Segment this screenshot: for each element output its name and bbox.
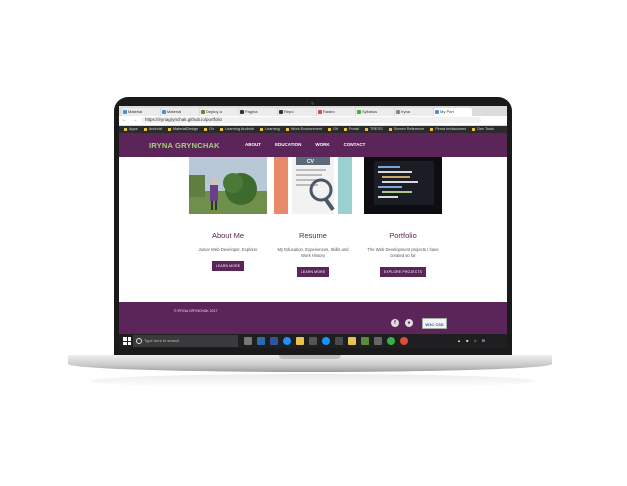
url-input[interactable]: https://irynagrynchak.github.io/portfoli… [141, 117, 481, 123]
back-forward-icons[interactable]: ← → [122, 117, 139, 123]
bookmark-item[interactable]: Ox [204, 126, 214, 133]
taskbar-search-input[interactable]: Type here to search [133, 335, 238, 347]
ie-icon[interactable] [322, 337, 330, 345]
resume-illustration: CV [274, 157, 352, 214]
bookmark-item[interactable]: Android [144, 126, 162, 133]
search-icon [136, 338, 142, 344]
bookmark-item[interactable]: MaterialDesign [168, 126, 198, 133]
bookmark-item[interactable]: Firma Invitaciones [430, 126, 466, 133]
browser-tab[interactable]: Iryna [395, 108, 433, 116]
browser-tab[interactable]: Material [122, 108, 160, 116]
tab-favicon-icon [435, 110, 439, 114]
browser-tab[interactable]: Deploy a [200, 108, 238, 116]
windows-taskbar: Type here to search ▲ ■ ♫ ✉ [119, 334, 507, 348]
bookmark-item[interactable]: Screen Reference [389, 126, 425, 133]
cv-badge: CV [307, 159, 315, 165]
card-title: About Me [211, 231, 245, 240]
site-nav: ABOUT EDUCATION WORK CONTACT [245, 142, 379, 147]
outlook-icon[interactable] [257, 337, 265, 345]
bookmark-item[interactable]: Git [328, 126, 338, 133]
bookmark-item[interactable]: Learning [260, 126, 280, 133]
browser-tab-bar: Material Material Deploy a Pagina Repo R… [119, 106, 507, 116]
browser-tab[interactable]: Rastro [317, 108, 355, 116]
bookmark-item[interactable]: Apps [124, 126, 138, 133]
browser-tab-active[interactable]: My Port [434, 108, 472, 116]
bookmark-item[interactable]: Portal [344, 126, 359, 133]
nav-link-work[interactable]: WORK [315, 142, 329, 147]
tab-favicon-icon [318, 110, 322, 114]
camera-icon [311, 102, 314, 105]
app-icon[interactable] [374, 337, 382, 345]
bookmark-item[interactable]: Work Environment [286, 126, 322, 133]
tab-favicon-icon [201, 110, 205, 114]
file-explorer-icon[interactable] [296, 337, 304, 345]
app-icon[interactable] [361, 337, 369, 345]
sticky-notes-icon[interactable] [348, 337, 356, 345]
copyright-text: © IRYNA GRYNCHAK 2017 [174, 309, 218, 313]
store-icon[interactable] [309, 337, 317, 345]
nav-link-education[interactable]: EDUCATION [275, 142, 301, 147]
site-main: About Me Junior Web Developer. Explorer … [119, 157, 507, 302]
task-view-icon[interactable] [244, 337, 252, 345]
laptop-screen: Material Material Deploy a Pagina Repo R… [119, 106, 507, 348]
tab-favicon-icon [123, 110, 127, 114]
nav-link-about[interactable]: ABOUT [245, 142, 261, 147]
laptop-notch [279, 355, 341, 359]
word-icon[interactable] [270, 337, 278, 345]
learn-more-button[interactable]: LEARN MORE [296, 267, 330, 277]
about-card: About Me Junior Web Developer. Explorer … [188, 157, 268, 272]
app-icon[interactable] [335, 337, 343, 345]
card-title: Portfolio [389, 231, 417, 240]
learn-more-button[interactable]: LEARN MORE [211, 261, 245, 271]
browser-tab[interactable]: Pagina [239, 108, 277, 116]
laptop-base [68, 355, 552, 372]
about-photo [189, 157, 267, 214]
github-icon [279, 110, 283, 114]
browser-tab[interactable]: Material [161, 108, 199, 116]
github-icon[interactable]: ● [405, 319, 413, 327]
edge-icon[interactable] [283, 337, 291, 345]
laptop-lid: Material Material Deploy a Pagina Repo R… [114, 97, 512, 357]
laptop-reflection [90, 374, 535, 388]
bookmark-item[interactable]: Learning Android [220, 126, 254, 133]
chrome-active-icon[interactable] [400, 337, 408, 345]
site-brand[interactable]: IRYNA GRYNCHAK [149, 141, 220, 150]
windows-start-icon[interactable] [123, 337, 131, 345]
tab-favicon-icon [240, 110, 244, 114]
w3c-css-badge[interactable]: W3C CSS [422, 318, 447, 329]
card-title: Resume [299, 231, 327, 240]
explore-projects-button[interactable]: EXPLORE PROJECTS [379, 267, 427, 277]
resume-card: CV Resume My Education, Experiences, Ski… [273, 157, 353, 278]
tab-favicon-icon [162, 110, 166, 114]
card-text: The Web Development projects I have crea… [367, 247, 439, 258]
nav-link-contact[interactable]: CONTACT [344, 142, 366, 147]
card-text: Junior Web Developer. Explorer [198, 247, 258, 252]
browser-tab[interactable]: Syllabus [356, 108, 394, 116]
site-footer: © IRYNA GRYNCHAK 2017 f ● W3C CSS [119, 302, 507, 334]
browser-tab[interactable]: Repo [278, 108, 316, 116]
bookmark-item[interactable]: Dev Tools [472, 126, 494, 133]
chrome-icon[interactable] [387, 337, 395, 345]
portfolio-card: Portfolio The Web Development projects I… [363, 157, 443, 278]
portfolio-photo [364, 157, 442, 214]
tab-favicon-icon [357, 110, 361, 114]
facebook-icon[interactable]: f [391, 319, 399, 327]
card-text: My Education, Experiences, Skills and Wo… [277, 247, 349, 258]
address-bar: ← → https://irynagrynchak.github.io/port… [119, 116, 507, 126]
system-tray[interactable]: ▲ ■ ♫ ✉ [457, 338, 487, 343]
bookmarks-bar: Apps Android MaterialDesign Ox Learning … [119, 126, 507, 133]
tab-favicon-icon [396, 110, 400, 114]
site-header: IRYNA GRYNCHAK ABOUT EDUCATION WORK CONT… [119, 133, 507, 157]
bookmark-item[interactable]: TRESS [365, 126, 383, 133]
